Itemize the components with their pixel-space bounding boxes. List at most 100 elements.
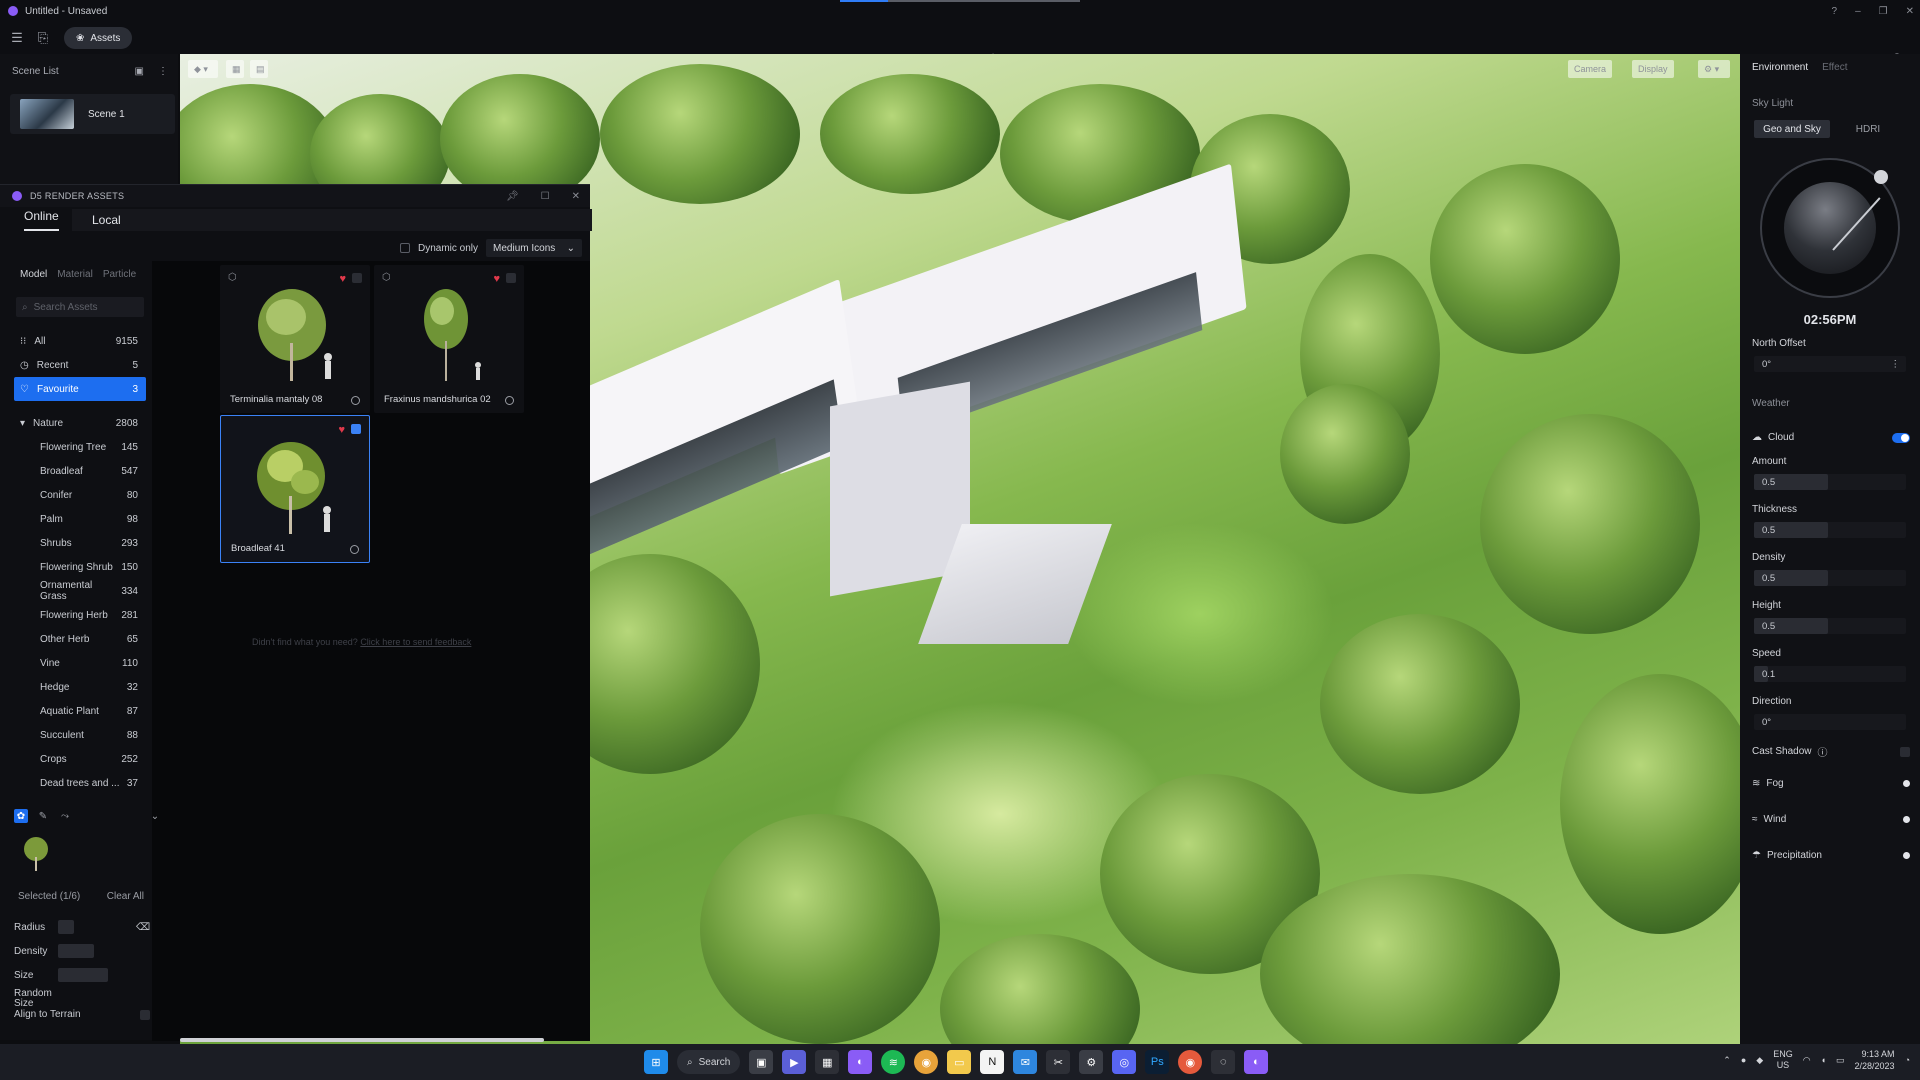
settings-dropdown[interactable]: ⚙ ▾ [1698, 60, 1730, 78]
category-item[interactable]: Crops 252 [14, 747, 146, 771]
mail-icon[interactable]: ✉ [1013, 1050, 1038, 1074]
height-slider[interactable]: 0.5 [1754, 618, 1906, 634]
snipping-tool-icon[interactable]: ✂ [1046, 1050, 1071, 1074]
discord-icon[interactable]: ◎ [1112, 1050, 1137, 1074]
clock[interactable]: 9:13 AM 2/28/2023 [1855, 1048, 1895, 1072]
start-icon[interactable]: ⊞ [644, 1050, 668, 1074]
d5-app-icon[interactable]: ◐ [848, 1050, 873, 1074]
chrome-icon[interactable]: ◉ [914, 1050, 939, 1074]
fog-toggle[interactable] [1903, 780, 1910, 787]
tab-online[interactable]: Online [24, 209, 59, 231]
category-nature[interactable]: ▾ Nature 2808 [14, 411, 146, 435]
store-icon[interactable]: ▦ [815, 1050, 840, 1074]
teams-icon[interactable]: ▶ [782, 1050, 807, 1074]
icon-size-select[interactable]: Medium Icons ⌄ [486, 239, 583, 257]
sun-position-dial[interactable] [1760, 158, 1900, 298]
asset-card[interactable]: ⬡ ♥ Terminalia mantaly 08 [220, 265, 370, 413]
tab-particle[interactable]: Particle [103, 269, 136, 280]
add-scene-icon[interactable]: ▣ [135, 66, 144, 77]
favourite-heart-icon[interactable]: ♥ [493, 273, 500, 285]
search-input[interactable]: ⌕ Search Assets [16, 297, 144, 317]
scene-item[interactable]: Scene 1 [10, 94, 175, 134]
app-icon[interactable]: ◌ [1211, 1050, 1236, 1074]
category-item[interactable]: Shrubs 293 [14, 531, 146, 555]
file-explorer-icon[interactable]: ▭ [947, 1050, 972, 1074]
asset-card-selected[interactable]: ♥ Broadleaf 41 [220, 415, 370, 563]
menu-icon[interactable]: ☰ [4, 25, 30, 51]
category-item[interactable]: Dead trees and ... 37 [14, 771, 146, 795]
chevron-down-icon[interactable]: ⌄ [148, 809, 162, 823]
category-recent[interactable]: ◷ Recent 5 [14, 353, 146, 377]
category-item[interactable]: Aquatic Plant 87 [14, 699, 146, 723]
task-view-icon[interactable]: ▣ [749, 1050, 774, 1074]
tab-material[interactable]: Material [57, 269, 93, 280]
select-checkbox[interactable] [352, 273, 362, 283]
help-icon[interactable]: ? [1832, 6, 1838, 17]
precipitation-toggle[interactable] [1903, 852, 1910, 859]
select-checkbox-checked[interactable] [351, 424, 361, 434]
wind-toggle[interactable] [1903, 816, 1910, 823]
favourite-heart-icon[interactable]: ♥ [339, 273, 346, 285]
pin-icon[interactable]: 📌︎ [506, 191, 519, 202]
chrome-alt-icon[interactable]: ◉ [1178, 1050, 1203, 1074]
notion-icon[interactable]: N [980, 1050, 1005, 1074]
asset-card[interactable]: ⬡ ♥ Fraxinus mandshurica 02 [374, 265, 524, 413]
radius-slider[interactable] [58, 920, 74, 934]
language-indicator[interactable]: ENG US [1773, 1049, 1793, 1071]
cast-shadow-checkbox[interactable] [1900, 746, 1910, 757]
tray-chevron-icon[interactable]: ⌃ [1723, 1055, 1731, 1066]
category-item[interactable]: Palm 98 [14, 507, 146, 531]
minimize-button[interactable]: – [1855, 6, 1861, 17]
category-item[interactable]: Flowering Herb 281 [14, 603, 146, 627]
cloud-toggle[interactable] [1892, 432, 1910, 443]
close-icon[interactable]: ✕ [572, 191, 580, 202]
feedback-link[interactable]: Click here to send feedback [360, 637, 471, 647]
close-button[interactable]: ✕ [1906, 6, 1914, 17]
import-icon[interactable]: ⎘ [30, 25, 56, 51]
category-item[interactable]: Hedge 32 [14, 675, 146, 699]
category-item[interactable]: Vine 110 [14, 651, 146, 675]
category-favourite[interactable]: ♡ Favourite 3 [14, 377, 146, 401]
taskbar-search[interactable]: ⌕ Search [677, 1050, 741, 1074]
thickness-slider[interactable]: 0.5 [1754, 522, 1906, 538]
align-to-terrain-toggle[interactable] [140, 1009, 150, 1020]
tray-app-icon[interactable]: ● [1741, 1055, 1746, 1065]
volume-icon[interactable]: ◖ [1821, 1055, 1826, 1065]
tab-environment[interactable]: Environment [1752, 62, 1808, 73]
pencil-icon[interactable]: ✎ [36, 809, 50, 823]
sun-handle[interactable] [1874, 170, 1888, 184]
category-item[interactable]: Ornamental Grass 334 [14, 579, 146, 603]
notification-icon[interactable]: ◔ [1905, 1055, 1910, 1065]
select-checkbox[interactable] [506, 273, 516, 283]
path-icon[interactable]: ⤳ [58, 809, 72, 823]
tab-effect[interactable]: Effect [1822, 62, 1847, 73]
grid-toggle-icon[interactable]: ▦ [226, 60, 244, 78]
spotify-icon[interactable]: ≋ [881, 1050, 906, 1074]
display-button[interactable]: Display [1632, 60, 1674, 78]
layout-toggle-icon[interactable]: ▤ [250, 60, 268, 78]
category-item[interactable]: Succulent 88 [14, 723, 146, 747]
camera-button[interactable]: Camera [1568, 60, 1613, 78]
viewport-scrollbar[interactable] [180, 1038, 544, 1042]
more-options-icon[interactable]: ⋮ [158, 66, 168, 77]
restore-button[interactable]: ❐ [1879, 6, 1888, 17]
size-slider[interactable] [58, 968, 108, 982]
settings-icon[interactable]: ⚙ [1079, 1050, 1104, 1074]
geo-and-sky-button[interactable]: Geo and Sky [1754, 120, 1830, 138]
category-item[interactable]: Flowering Tree 145 [14, 435, 146, 459]
hdri-button[interactable]: HDRI [1830, 120, 1906, 138]
more-icon[interactable]: ⋮ [1891, 359, 1901, 370]
density-slider[interactable] [58, 944, 94, 958]
density-slider[interactable]: 0.5 [1754, 570, 1906, 586]
view-mode-dropdown[interactable]: ◆ ▾ [188, 60, 218, 78]
brush-icon[interactable]: ✿ [14, 809, 28, 823]
assets-button[interactable]: ❀ Assets [64, 27, 133, 49]
photoshop-icon[interactable]: Ps [1145, 1050, 1170, 1074]
wifi-icon[interactable]: ◠ [1803, 1055, 1811, 1066]
eraser-icon[interactable]: ⌫ [136, 922, 150, 933]
clear-all-button[interactable]: Clear All [107, 891, 144, 902]
speed-slider[interactable]: 0.1 [1754, 666, 1906, 682]
direction-slider[interactable]: 0° [1754, 714, 1906, 730]
category-all[interactable]: ⁝⁝ All 9155 [14, 329, 146, 353]
north-offset-input[interactable]: 0° ⋮ [1754, 356, 1906, 372]
